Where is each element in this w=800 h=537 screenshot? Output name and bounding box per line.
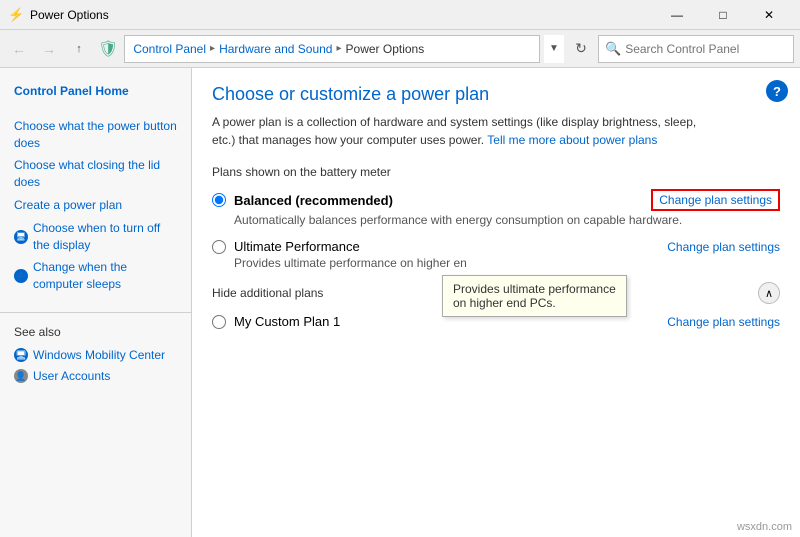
tell-me-more-link[interactable]: Tell me more about power plans xyxy=(487,133,657,147)
sidebar-sleep-link[interactable]: Change when the computer sleeps xyxy=(33,259,177,293)
maximize-button[interactable]: □ xyxy=(700,0,746,30)
custom-change-link[interactable]: Change plan settings xyxy=(667,315,780,329)
ultimate-plan-header: Ultimate Performance Change plan setting… xyxy=(212,239,780,254)
search-box: 🔍 xyxy=(598,35,794,63)
breadcrumb-hardware-sound[interactable]: Hardware and Sound xyxy=(219,42,332,56)
title-bar-text: Power Options xyxy=(30,8,654,22)
mobility-center-item: 🖥 Windows Mobility Center xyxy=(14,345,177,366)
forward-button[interactable]: → xyxy=(36,36,62,62)
breadcrumb-bar: Control Panel ▸ Hardware and Sound ▸ Pow… xyxy=(124,35,540,63)
ultimate-radio[interactable] xyxy=(212,240,226,254)
custom-plan-label[interactable]: My Custom Plan 1 xyxy=(212,314,340,329)
sleep-icon: 💤 xyxy=(14,269,28,283)
window-controls: — □ ✕ xyxy=(654,0,792,30)
balanced-plan-header: Balanced (recommended) Change plan setti… xyxy=(212,189,780,211)
sidebar-display-link[interactable]: Choose when to turn off the display xyxy=(33,220,177,254)
sidebar-home-link[interactable]: Control Panel Home xyxy=(0,80,191,103)
custom-plan-name: My Custom Plan 1 xyxy=(234,314,340,329)
close-button[interactable]: ✕ xyxy=(746,0,792,30)
user-accounts-item: 👤 User Accounts xyxy=(14,366,177,387)
content-area: ? Choose or customize a power plan A pow… xyxy=(192,68,800,537)
title-bar: ⚡ Power Options — □ ✕ xyxy=(0,0,800,30)
watermark: wsxdn.com xyxy=(737,521,792,533)
sidebar-lid-link[interactable]: Choose what closing the lid does xyxy=(0,154,191,194)
app-icon: ⚡ xyxy=(8,7,24,23)
sidebar: Control Panel Home Choose what the power… xyxy=(0,68,192,537)
back-button[interactable]: ← xyxy=(6,36,32,62)
user-accounts-link[interactable]: User Accounts xyxy=(33,368,110,385)
address-bar: ← → ↑ 🛡 Control Panel ▸ Hardware and Sou… xyxy=(0,30,800,68)
help-button[interactable]: ? xyxy=(766,80,788,102)
ultimate-plan-desc: Provides ultimate performance on higher … xyxy=(234,256,780,270)
breadcrumb-current: Power Options xyxy=(346,42,425,56)
page-title: Choose or customize a power plan xyxy=(212,84,780,105)
balanced-radio[interactable] xyxy=(212,193,226,207)
ultimate-tooltip: Provides ultimate performance on higher … xyxy=(442,275,627,317)
up-button[interactable]: ↑ xyxy=(66,36,92,62)
breadcrumb-sep-1: ▸ xyxy=(210,43,215,54)
page-description: A power plan is a collection of hardware… xyxy=(212,113,712,149)
breadcrumb-icon: 🛡 xyxy=(98,39,118,59)
breadcrumb-dropdown[interactable]: ▼ xyxy=(544,35,564,63)
sidebar-create-plan-link[interactable]: Create a power plan xyxy=(0,194,191,217)
ultimate-plan-name: Ultimate Performance xyxy=(234,239,360,254)
breadcrumb-sep-2: ▸ xyxy=(336,43,341,54)
balanced-plan-item: Balanced (recommended) Change plan setti… xyxy=(212,189,780,227)
ultimate-plan-label[interactable]: Ultimate Performance xyxy=(212,239,360,254)
custom-radio[interactable] xyxy=(212,315,226,329)
section-label: Plans shown on the battery meter xyxy=(212,165,780,179)
search-icon: 🔍 xyxy=(605,41,621,57)
mobility-center-link[interactable]: Windows Mobility Center xyxy=(33,347,165,364)
ultimate-change-link[interactable]: Change plan settings xyxy=(667,240,780,254)
balanced-plan-label[interactable]: Balanced (recommended) xyxy=(212,193,393,208)
display-icon: 🖥 xyxy=(14,230,28,244)
main-container: Control Panel Home Choose what the power… xyxy=(0,68,800,537)
minimize-button[interactable]: — xyxy=(654,0,700,30)
mobility-icon: 🖥 xyxy=(14,348,28,362)
search-input[interactable] xyxy=(625,42,787,56)
user-icon: 👤 xyxy=(14,369,28,383)
balanced-change-link[interactable]: Change plan settings xyxy=(651,189,780,211)
refresh-button[interactable]: ↻ xyxy=(568,36,594,62)
breadcrumb-control-panel[interactable]: Control Panel xyxy=(133,42,206,56)
ultimate-plan-item: Ultimate Performance Change plan setting… xyxy=(212,239,780,270)
sidebar-see-also-section: See also 🖥 Windows Mobility Center 👤 Use… xyxy=(0,312,191,395)
see-also-label: See also xyxy=(14,325,177,339)
balanced-plan-name: Balanced (recommended) xyxy=(234,193,393,208)
collapse-button[interactable]: ∧ xyxy=(758,282,780,304)
hide-plans-label: Hide additional plans xyxy=(212,286,323,300)
sidebar-power-button-link[interactable]: Choose what the power button does xyxy=(0,115,191,155)
balanced-plan-desc: Automatically balances performance with … xyxy=(234,213,780,227)
